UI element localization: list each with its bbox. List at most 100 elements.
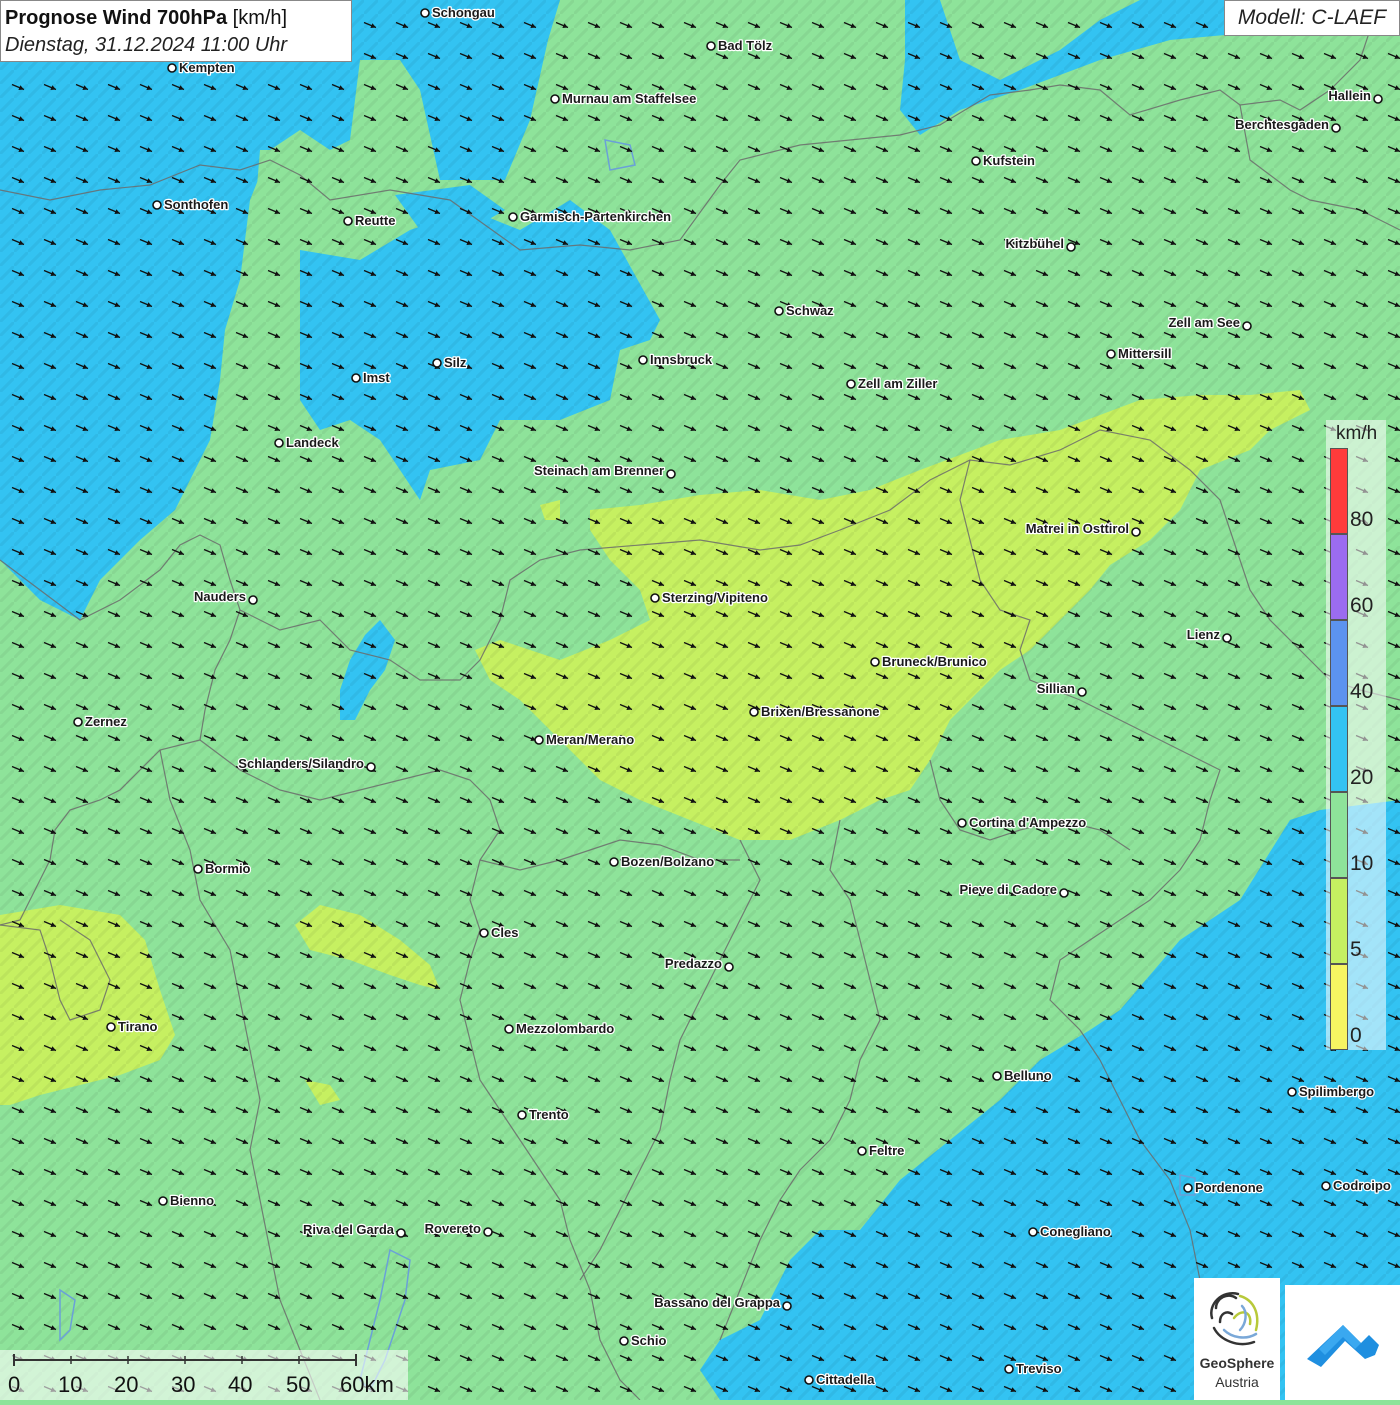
city-dot-icon xyxy=(106,1022,116,1032)
city-dot-icon xyxy=(619,1336,629,1346)
city-label: Pordenone xyxy=(1195,1180,1263,1195)
city-dot-icon xyxy=(1131,527,1141,537)
scale-tick-label: 40 xyxy=(228,1372,253,1397)
city-label: Bad Tölz xyxy=(718,38,773,53)
city-dot-icon xyxy=(396,1228,406,1238)
city-label: Treviso xyxy=(1016,1361,1062,1376)
weather-app-logo[interactable] xyxy=(1285,1285,1400,1400)
city-dot-icon xyxy=(1222,633,1232,643)
city-label: Berchtesgaden xyxy=(1235,117,1329,132)
city-dot-icon xyxy=(73,717,83,727)
scale-tick-label: 20 xyxy=(114,1372,139,1397)
map-title-main: Prognose Wind 700hPa xyxy=(5,7,228,29)
city-dot-icon xyxy=(432,358,442,368)
city-bruneck: Bruneck/Brunico xyxy=(870,653,988,670)
city-pordenone: Pordenone xyxy=(1183,1179,1264,1196)
city-cittadella: Cittadella xyxy=(804,1371,877,1388)
geosphere-fingerprint-icon xyxy=(1210,1292,1259,1346)
color-legend: km/h 80 60 40 20 10 5 0 xyxy=(1326,420,1386,1050)
city-dot-icon xyxy=(749,707,759,717)
city-dot-icon xyxy=(706,41,716,51)
city-pieve: Pieve di Cadore xyxy=(958,881,1069,898)
city-dot-icon xyxy=(1059,888,1069,898)
city-label: Schwaz xyxy=(786,303,834,318)
city-label: Schio xyxy=(631,1333,666,1348)
scale-tick-label: 10 xyxy=(58,1372,83,1397)
legend-color-segment xyxy=(1330,534,1348,620)
city-dot-icon xyxy=(1004,1364,1014,1374)
legend-tick-label: 60 xyxy=(1350,594,1374,617)
scale-tick-label: 0 xyxy=(8,1372,21,1397)
geosphere-country: Austria xyxy=(1215,1374,1259,1390)
legend-tick-label: 20 xyxy=(1350,766,1374,789)
city-dot-icon xyxy=(158,1196,168,1206)
city-label: Bormio xyxy=(205,861,251,876)
city-dot-icon xyxy=(504,1024,514,1034)
city-dot-icon xyxy=(666,469,676,479)
city-label: Matrei in Osttirol xyxy=(1026,521,1129,536)
city-label: Murnau am Staffelsee xyxy=(562,91,696,106)
city-label: Riva del Garda xyxy=(303,1222,395,1237)
city-label: Cortina d'Ampezzo xyxy=(969,815,1086,830)
city-label: Reutte xyxy=(355,213,395,228)
city-garmisch: Garmisch-Partenkirchen xyxy=(508,208,672,225)
city-label: Schongau xyxy=(432,5,495,20)
city-label: Innsbruck xyxy=(650,352,713,367)
city-label: Nauders xyxy=(194,589,246,604)
city-label: Lienz xyxy=(1187,627,1221,642)
city-dot-icon xyxy=(248,595,258,605)
city-dot-icon xyxy=(550,94,560,104)
forecast-datetime: Dienstag, 31.12.2024 11:00 Uhr xyxy=(5,34,288,56)
city-conegliano: Conegliano xyxy=(1028,1223,1112,1240)
legend-color-segment xyxy=(1330,878,1348,964)
city-label: Belluno xyxy=(1004,1068,1052,1083)
city-dot-icon xyxy=(1066,242,1076,252)
city-zell-am-ziller: Zell am Ziller xyxy=(846,375,939,392)
city-meran: Meran/Merano xyxy=(534,731,635,748)
city-dot-icon xyxy=(193,864,203,874)
map-title-box: Prognose Wind 700hPa [km/h] Dienstag, 31… xyxy=(0,0,352,62)
city-brixen: Brixen/Bressanone xyxy=(749,703,881,720)
wind-forecast-map[interactable]: Schongau Bad Tölz Kempten Murnau am Staffel… xyxy=(0,0,1400,1400)
city-label: Tirano xyxy=(118,1019,158,1034)
city-label: Imst xyxy=(363,370,390,385)
city-label: Kempten xyxy=(179,60,235,75)
city-dot-icon xyxy=(971,156,981,166)
city-dot-icon xyxy=(343,216,353,226)
city-sterzing: Sterzing/Vipiteno xyxy=(650,589,769,606)
city-schongau: Schongau xyxy=(420,4,496,21)
city-dot-icon xyxy=(1183,1183,1193,1193)
city-berchtesgaden: Berchtesgaden xyxy=(1234,116,1341,133)
city-dot-icon xyxy=(1321,1181,1331,1191)
map-title-unit: [km/h] xyxy=(232,7,288,29)
city-dot-icon xyxy=(420,8,430,18)
city-label: Bozen/Bolzano xyxy=(621,854,714,869)
city-dot-icon xyxy=(804,1375,814,1385)
city-dot-icon xyxy=(152,200,162,210)
city-label: Conegliano xyxy=(1040,1224,1111,1239)
legend-color-segment xyxy=(1330,964,1348,1050)
geosphere-logo[interactable]: GeoSphere Austria xyxy=(1194,1278,1280,1400)
city-label: Zell am See xyxy=(1168,315,1240,330)
city-dot-icon xyxy=(857,1146,867,1156)
city-bassano: Bassano del Grappa xyxy=(653,1294,792,1311)
city-dot-icon xyxy=(870,657,880,667)
legend-color-segment xyxy=(1330,706,1348,792)
city-label: Steinach am Brenner xyxy=(534,463,664,478)
city-label: Kitzbühel xyxy=(1006,236,1065,251)
city-dot-icon xyxy=(517,1110,527,1120)
city-label: Bassano del Grappa xyxy=(654,1295,780,1310)
city-dot-icon xyxy=(351,373,361,383)
legend-tick-label: 0 xyxy=(1350,1024,1362,1047)
city-label: Silz xyxy=(444,355,467,370)
city-dot-icon xyxy=(1287,1087,1297,1097)
city-label: Sonthofen xyxy=(164,197,228,212)
city-label: Codroipo xyxy=(1333,1178,1391,1193)
legend-tick-label: 5 xyxy=(1350,938,1362,961)
legend-tick-label: 10 xyxy=(1350,852,1374,875)
scale-tick-label: 30 xyxy=(171,1372,196,1397)
city-label: Predazzo xyxy=(665,956,722,971)
model-label: Modell: C-LAEF xyxy=(1224,0,1400,36)
scale-bar: 0 10 20 30 40 50 60km xyxy=(0,1350,408,1400)
legend-tick-label: 40 xyxy=(1350,680,1374,703)
